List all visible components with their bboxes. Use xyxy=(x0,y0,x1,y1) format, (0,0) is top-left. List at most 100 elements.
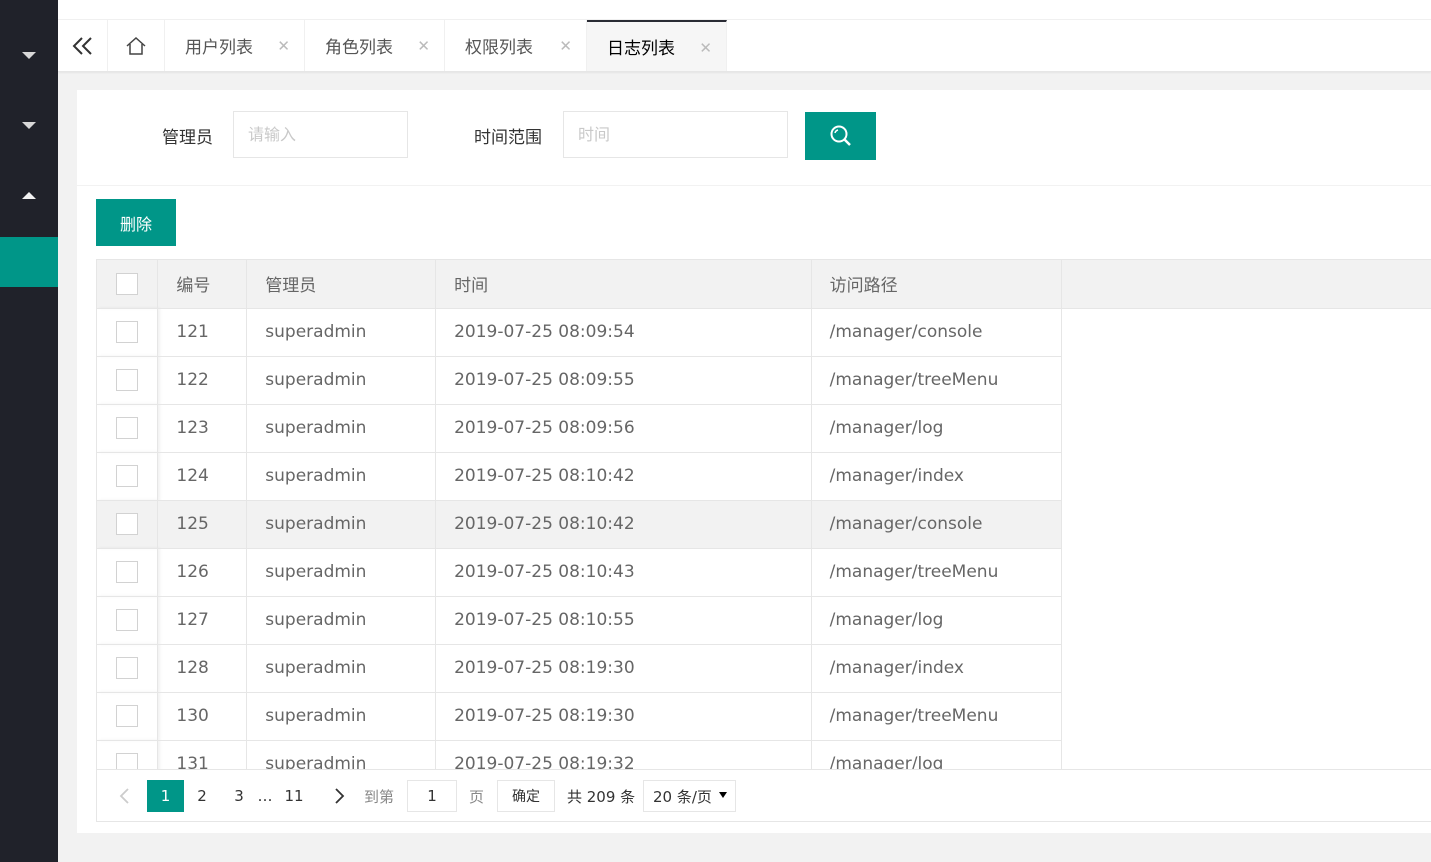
row-select-cell xyxy=(97,644,159,693)
row-checkbox[interactable] xyxy=(116,705,139,727)
row-checkbox[interactable] xyxy=(116,753,139,769)
tab-user-list[interactable]: 用户列表 ✕ xyxy=(165,20,305,71)
goto-confirm-button[interactable]: 确定 xyxy=(497,780,555,812)
cell-path: /manager/log xyxy=(811,404,1063,453)
home-tab[interactable] xyxy=(108,20,165,71)
column-header-admin[interactable]: 管理员 xyxy=(246,260,437,309)
close-icon[interactable]: ✕ xyxy=(277,37,290,55)
sidebar-item-active[interactable] xyxy=(0,237,58,287)
home-icon xyxy=(126,36,146,55)
cell-time: 2019-07-25 08:09:56 xyxy=(435,404,812,453)
cell-time: 2019-07-25 08:10:42 xyxy=(435,452,812,501)
cell-filler xyxy=(1062,356,1431,404)
table-row[interactable]: 121 superadmin 2019-07-25 08:09:54 /mana… xyxy=(97,308,1431,357)
table-row[interactable]: 127 superadmin 2019-07-25 08:10:55 /mana… xyxy=(97,596,1431,645)
table-row[interactable]: 128 superadmin 2019-07-25 08:19:30 /mana… xyxy=(97,644,1431,693)
cell-time: 2019-07-25 08:10:42 xyxy=(435,500,812,549)
row-checkbox[interactable] xyxy=(116,465,139,487)
cell-filler xyxy=(1062,692,1431,740)
row-select-cell xyxy=(97,404,159,453)
cell-admin: superadmin xyxy=(246,404,437,453)
cell-filler xyxy=(1062,740,1431,769)
cell-path: /manager/console xyxy=(811,500,1063,549)
page-size-select[interactable]: 20 条/页 xyxy=(643,780,736,812)
row-checkbox[interactable] xyxy=(116,609,139,631)
row-checkbox[interactable] xyxy=(116,321,139,343)
cell-id: 124 xyxy=(157,452,248,501)
close-icon[interactable]: ✕ xyxy=(699,39,712,57)
close-icon[interactable]: ✕ xyxy=(559,37,572,55)
cell-path: /manager/index xyxy=(811,644,1063,693)
log-table: 编号 管理员 时间 访问路径 121 superadmin 2019-07-25… xyxy=(96,259,1431,769)
pagination: 1 2 3 … 11 到第 页 确定 共 209 条 20 条/页 xyxy=(96,769,1431,822)
table-row[interactable]: 126 superadmin 2019-07-25 08:10:43 /mana… xyxy=(97,548,1431,597)
search-icon xyxy=(830,125,851,146)
cell-path: /manager/treeMenu xyxy=(811,548,1063,597)
sidebar-menu-2[interactable] xyxy=(0,100,58,150)
table-row[interactable]: 124 superadmin 2019-07-25 08:10:42 /mana… xyxy=(97,452,1431,501)
table-row[interactable]: 130 superadmin 2019-07-25 08:19:30 /mana… xyxy=(97,692,1431,741)
cell-filler xyxy=(1062,644,1431,692)
column-header-id[interactable]: 编号 xyxy=(157,260,248,309)
row-checkbox[interactable] xyxy=(116,561,139,583)
cell-time: 2019-07-25 08:09:54 xyxy=(435,308,812,357)
cell-time: 2019-07-25 08:09:55 xyxy=(435,356,812,405)
cell-id: 128 xyxy=(157,644,248,693)
row-checkbox[interactable] xyxy=(116,369,139,391)
cell-filler xyxy=(1062,596,1431,644)
cell-time: 2019-07-25 08:19:30 xyxy=(435,644,812,693)
admin-label: 管理员 xyxy=(162,128,213,148)
row-select-cell xyxy=(97,500,159,549)
select-all-checkbox[interactable] xyxy=(116,272,139,295)
page-current[interactable]: 1 xyxy=(147,780,184,812)
select-all-cell xyxy=(97,260,159,309)
row-checkbox[interactable] xyxy=(116,417,139,439)
cell-path: /manager/console xyxy=(811,308,1063,357)
cell-path: /manager/treeMenu xyxy=(811,692,1063,741)
row-checkbox[interactable] xyxy=(116,513,139,535)
caret-down-icon xyxy=(22,51,36,59)
tab-label: 角色列表 xyxy=(325,38,393,58)
caret-down-icon xyxy=(719,792,727,798)
table-row[interactable]: 122 superadmin 2019-07-25 08:09:55 /mana… xyxy=(97,356,1431,405)
tab-label: 用户列表 xyxy=(185,38,253,58)
cell-path: /manager/log xyxy=(811,740,1063,769)
next-page-button[interactable] xyxy=(325,780,355,812)
row-select-cell xyxy=(97,356,159,405)
cell-path: /manager/log xyxy=(811,596,1063,645)
column-header-path[interactable]: 访问路径 xyxy=(811,260,1063,309)
cell-path: /manager/treeMenu xyxy=(811,356,1063,405)
tab-permission-list[interactable]: 权限列表 ✕ xyxy=(445,20,587,71)
cell-filler xyxy=(1062,308,1431,356)
cell-filler xyxy=(1062,548,1431,596)
admin-input[interactable] xyxy=(233,111,408,158)
search-button[interactable] xyxy=(805,112,876,160)
cell-admin: superadmin xyxy=(246,500,437,549)
table-row[interactable]: 123 superadmin 2019-07-25 08:09:56 /mana… xyxy=(97,404,1431,453)
page-ellipsis: … xyxy=(257,787,273,805)
time-range-input[interactable] xyxy=(563,111,788,158)
table-row-hovered[interactable]: 125 superadmin 2019-07-25 08:10:42 /mana… xyxy=(97,500,1431,549)
tab-log-list[interactable]: 日志列表 ✕ xyxy=(587,20,727,71)
tab-role-list[interactable]: 角色列表 ✕ xyxy=(305,20,445,71)
sidebar-menu-1[interactable] xyxy=(0,30,58,80)
cell-filler xyxy=(1062,404,1431,452)
close-icon[interactable]: ✕ xyxy=(417,37,430,55)
table-row[interactable]: 131 superadmin 2019-07-25 08:19:32 /mana… xyxy=(97,740,1431,769)
cell-time: 2019-07-25 08:10:55 xyxy=(435,596,812,645)
delete-button[interactable]: 删除 xyxy=(96,199,176,246)
collapse-tabs-button[interactable] xyxy=(58,20,108,71)
page-last[interactable]: 11 xyxy=(279,780,309,812)
search-form: 管理员 时间范围 xyxy=(77,90,1431,186)
column-header-time[interactable]: 时间 xyxy=(435,260,812,309)
cell-id: 126 xyxy=(157,548,248,597)
sidebar-menu-3[interactable] xyxy=(0,170,58,220)
row-checkbox[interactable] xyxy=(116,657,139,679)
cell-admin: superadmin xyxy=(246,452,437,501)
page-2[interactable]: 2 xyxy=(190,780,214,812)
page-3[interactable]: 3 xyxy=(227,780,251,812)
cell-id: 123 xyxy=(157,404,248,453)
prev-page-button[interactable] xyxy=(109,780,139,812)
cell-admin: superadmin xyxy=(246,692,437,741)
goto-page-input[interactable] xyxy=(407,780,457,812)
